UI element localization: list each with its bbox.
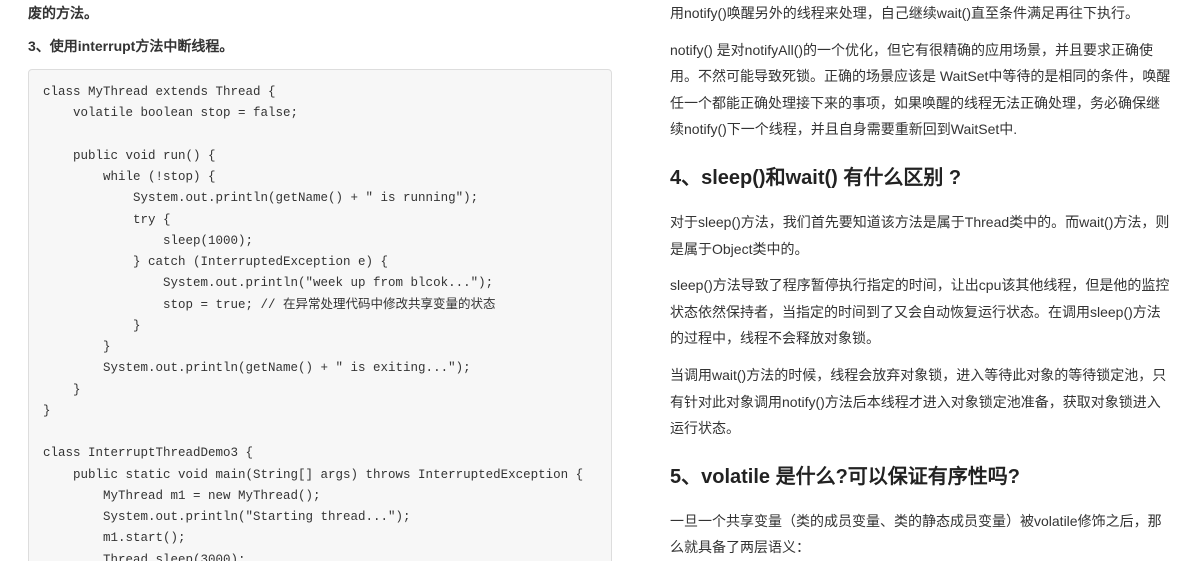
heading-question-5: 5、volatile 是什么?可以保证有序性吗? bbox=[670, 458, 1173, 496]
paragraph-wait-behavior: 当调用wait()方法的时候，线程会放弃对象锁，进入等待此对象的等待锁定池，只有… bbox=[670, 362, 1173, 442]
paragraph-volatile-intro: 一旦一个共享变量（类的成员变量、类的静态成员变量）被volatile修饰之后，那… bbox=[670, 508, 1173, 561]
paragraph-sleep-behavior: sleep()方法导致了程序暂停执行指定的时间，让出cpu该其他线程，但是他的监… bbox=[670, 272, 1173, 352]
paragraph-sleep-intro: 对于sleep()方法，我们首先要知道该方法是属于Thread类中的。而wait… bbox=[670, 209, 1173, 262]
text-fragment-end: 废的方法。 bbox=[28, 0, 612, 27]
right-column: 用notify()唤醒另外的线程来处理，自己继续wait()直至条件满足再往下执… bbox=[630, 0, 1193, 561]
paragraph-notify-intro: 用notify()唤醒另外的线程来处理，自己继续wait()直至条件满足再往下执… bbox=[670, 0, 1173, 27]
page-layout: 废的方法。 3、使用interrupt方法中断线程。 class MyThrea… bbox=[0, 0, 1193, 561]
left-column: 废的方法。 3、使用interrupt方法中断线程。 class MyThrea… bbox=[0, 0, 630, 561]
paragraph-notify-detail: notify() 是对notifyAll()的一个优化，但它有很精确的应用场景，… bbox=[670, 37, 1173, 143]
code-block-java: class MyThread extends Thread { volatile… bbox=[28, 69, 612, 561]
list-item-3: 3、使用interrupt方法中断线程。 bbox=[28, 33, 612, 60]
heading-question-4: 4、sleep()和wait() 有什么区别 ? bbox=[670, 159, 1173, 197]
